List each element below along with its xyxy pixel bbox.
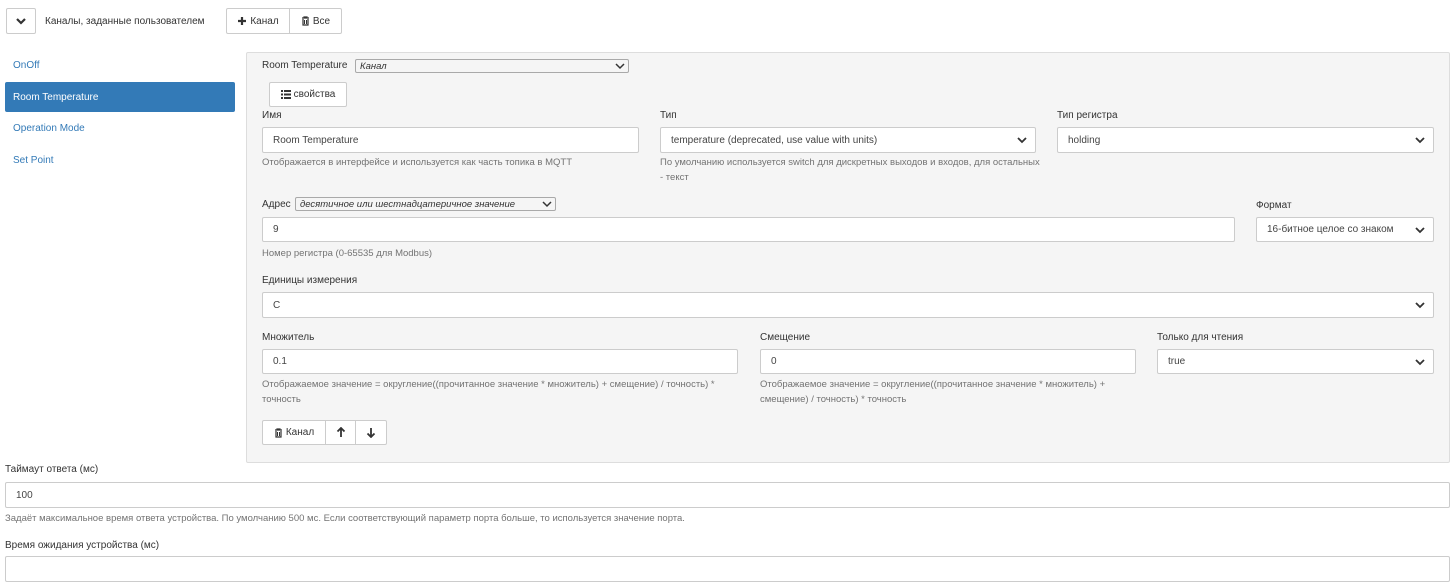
name-input[interactable]: Room Temperature [262, 127, 639, 153]
channel-title: Room Temperature [262, 60, 348, 71]
units-select[interactable]: C [262, 292, 1434, 318]
sidebar-item-set-point[interactable]: Set Point [5, 145, 235, 175]
address-mode-select[interactable]: десятичное или шестнадцатеричное значени… [295, 197, 556, 211]
scale-help: Отображаемое значение = округление((проч… [262, 379, 715, 405]
offset-help: Отображаемое значение = округление((проч… [760, 379, 1106, 405]
chevron-down-icon [1415, 302, 1425, 309]
scale-value: 0.1 [273, 356, 287, 367]
type-label: Тип [660, 110, 677, 121]
type-help: По умолчанию используется switch для дис… [660, 157, 1040, 183]
address-mode-value: десятичное или шестнадцатеричное значени… [300, 198, 516, 210]
register-type-select[interactable]: holding [1057, 127, 1434, 153]
plus-icon [238, 17, 247, 25]
arrow-up-icon [336, 427, 345, 437]
format-value: 16-битное целое со знаком [1267, 224, 1394, 235]
address-label: Адрес [262, 199, 291, 210]
add-channel-button[interactable]: Канал [226, 8, 290, 34]
list-icon [280, 90, 291, 99]
move-up-button[interactable] [325, 420, 356, 445]
readonly-label: Только для чтения [1157, 332, 1244, 343]
sidebar-item-onoff[interactable]: OnOff [5, 50, 235, 80]
delete-channel-button[interactable]: Канал [262, 420, 326, 445]
response-timeout-help: Задаёт максимальное время ответа устройс… [5, 513, 685, 524]
units-value: C [273, 299, 281, 311]
chevron-down-icon [1017, 137, 1027, 144]
name-label: Имя [262, 110, 282, 121]
trash-icon [274, 427, 282, 438]
address-input[interactable]: 9 [262, 217, 1235, 242]
address-value: 9 [273, 224, 279, 235]
chevron-down-icon [1415, 137, 1425, 144]
section-title: Каналы, заданные пользователем [45, 16, 205, 27]
channel-type-select[interactable]: Канал [355, 59, 629, 73]
offset-label: Смещение [760, 332, 811, 343]
device-wait-input[interactable] [5, 556, 1450, 582]
channel-type-value: Канал [360, 60, 387, 72]
name-help: Отображается в интерфейсе и используется… [262, 157, 573, 168]
units-label: Единицы измерения [262, 275, 358, 286]
delete-all-button[interactable]: Все [289, 8, 342, 34]
chevron-down-icon [542, 201, 552, 208]
format-select[interactable]: 16-битное целое со знаком [1256, 217, 1434, 242]
sidebar-item-room-temperature[interactable]: Room Temperature [5, 82, 235, 112]
delete-channel-label: Канал [285, 427, 315, 438]
response-timeout-label: Таймаут ответа (мс) [5, 464, 99, 475]
address-help: Номер регистра (0-65535 для Modbus) [262, 248, 433, 259]
response-timeout-input[interactable]: 100 [5, 482, 1450, 508]
add-channel-label: Канал [250, 15, 279, 27]
type-value: temperature (deprecated, use value with … [671, 134, 878, 146]
chevron-down-icon [1415, 226, 1425, 233]
readonly-value: true [1168, 356, 1186, 367]
chevron-down-icon [16, 18, 26, 25]
sidebar-item-operation-mode[interactable]: Operation Mode [5, 113, 235, 143]
properties-label: свойства [293, 89, 336, 100]
chevron-down-icon [615, 63, 625, 70]
chevron-down-icon [1415, 358, 1425, 365]
scale-input[interactable]: 0.1 [262, 349, 738, 374]
scale-label: Множитель [262, 332, 315, 343]
response-timeout-value: 100 [16, 489, 33, 501]
offset-input[interactable]: 0 [760, 349, 1136, 374]
register-type-label: Тип регистра [1057, 110, 1118, 121]
properties-button[interactable]: свойства [269, 82, 347, 107]
format-label: Формат [1256, 200, 1292, 211]
trash-icon [301, 16, 309, 26]
arrow-down-icon [366, 428, 376, 438]
readonly-select[interactable]: true [1157, 349, 1434, 374]
collapse-toggle-button[interactable] [6, 8, 36, 34]
move-down-button[interactable] [355, 420, 387, 445]
name-value: Room Temperature [273, 134, 359, 146]
device-wait-label: Время ожидания устройства (мс) [5, 540, 160, 551]
delete-all-label: Все [312, 15, 331, 27]
register-type-value: holding [1068, 134, 1101, 146]
offset-value: 0 [771, 356, 777, 367]
type-select[interactable]: temperature (deprecated, use value with … [660, 127, 1036, 153]
